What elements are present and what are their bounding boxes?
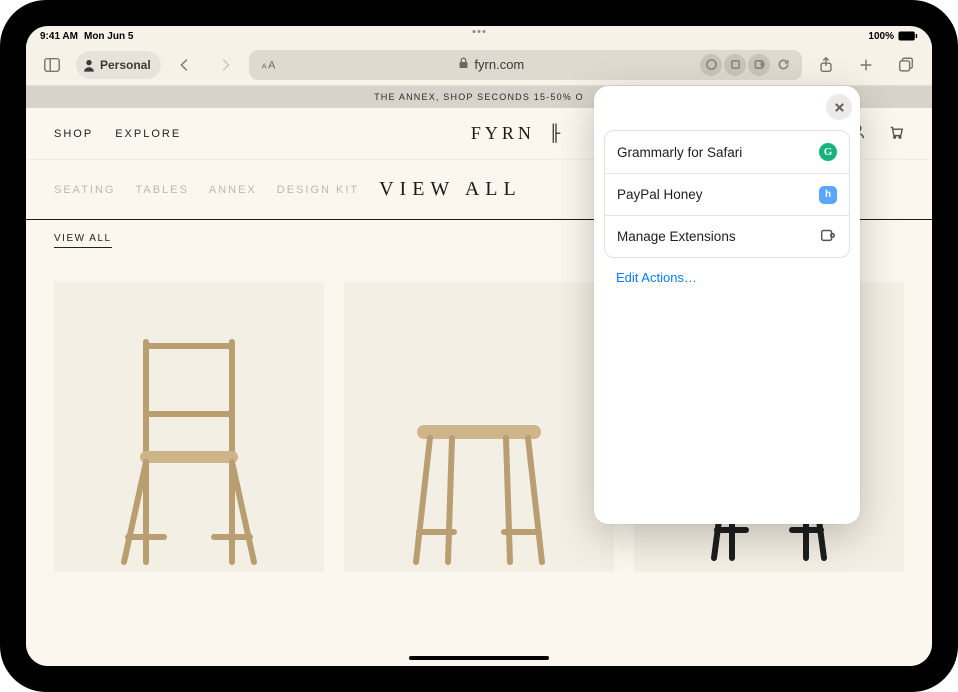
sidebar-toggle-button[interactable] bbox=[36, 49, 68, 81]
extensions-list: Grammarly for Safari G PayPal Honey h Ma… bbox=[604, 130, 850, 258]
profile-chip[interactable]: Personal bbox=[76, 51, 161, 79]
tabs-overview-button[interactable] bbox=[890, 49, 922, 81]
forward-button bbox=[209, 49, 241, 81]
brand-wordmark[interactable]: FYRN bbox=[471, 123, 535, 144]
category-active[interactable]: VIEW ALL bbox=[379, 178, 522, 201]
screen: 9:41 AM Mon Jun 5 100% bbox=[26, 26, 932, 666]
svg-text:A: A bbox=[262, 61, 267, 70]
category-seating[interactable]: SEATING bbox=[54, 184, 115, 196]
multitask-dots[interactable] bbox=[473, 30, 486, 33]
honey-badge-icon: h bbox=[819, 186, 837, 204]
extensions-popover: Grammarly for Safari G PayPal Honey h Ma… bbox=[594, 86, 860, 524]
svg-text:A: A bbox=[268, 59, 276, 71]
extension-honey-icon[interactable] bbox=[724, 54, 746, 76]
reload-button[interactable] bbox=[772, 54, 794, 76]
status-date: Mon Jun 5 bbox=[84, 31, 133, 42]
extensions-button[interactable] bbox=[748, 54, 770, 76]
nav-explore[interactable]: EXPLORE bbox=[115, 128, 181, 140]
profile-label: Personal bbox=[100, 58, 151, 72]
new-tab-button[interactable] bbox=[850, 49, 882, 81]
battery-icon bbox=[898, 31, 918, 41]
cart-icon[interactable] bbox=[888, 123, 904, 144]
category-tables[interactable]: TABLES bbox=[135, 184, 188, 196]
lock-icon bbox=[458, 57, 469, 72]
safari-toolbar: Personal AA fyrn.com bbox=[26, 44, 932, 86]
manage-extensions-label: Manage Extensions bbox=[617, 229, 736, 244]
share-button[interactable] bbox=[810, 49, 842, 81]
address-bar[interactable]: AA fyrn.com bbox=[249, 50, 802, 80]
nav-shop[interactable]: SHOP bbox=[54, 128, 93, 140]
extension-item-honey[interactable]: PayPal Honey h bbox=[605, 173, 849, 215]
url-display: fyrn.com bbox=[474, 57, 524, 72]
extension-item-label: Grammarly for Safari bbox=[617, 145, 742, 160]
home-indicator[interactable] bbox=[409, 656, 549, 660]
status-time: 9:41 AM bbox=[40, 31, 78, 42]
sub-filter-view-all[interactable]: VIEW ALL bbox=[54, 233, 112, 248]
extension-item-label: PayPal Honey bbox=[617, 187, 703, 202]
extension-item-grammarly[interactable]: Grammarly for Safari G bbox=[605, 131, 849, 173]
status-bar: 9:41 AM Mon Jun 5 100% bbox=[26, 26, 932, 44]
battery-percent: 100% bbox=[868, 31, 894, 42]
back-button[interactable] bbox=[169, 49, 201, 81]
puzzle-piece-icon bbox=[819, 226, 837, 247]
category-design-kit[interactable]: DESIGN KIT bbox=[277, 184, 359, 196]
reader-text-size-button[interactable]: AA bbox=[255, 53, 283, 77]
popover-close-button[interactable] bbox=[826, 94, 852, 120]
manage-extensions-item[interactable]: Manage Extensions bbox=[605, 215, 849, 257]
extension-grammarly-icon[interactable] bbox=[700, 54, 722, 76]
edit-actions-link[interactable]: Edit Actions… bbox=[616, 270, 850, 285]
promo-text: THE ANNEX, SHOP SECONDS 15-50% O bbox=[374, 92, 584, 102]
brand-mark-icon: ╟ bbox=[549, 125, 560, 143]
product-card[interactable] bbox=[54, 282, 324, 572]
grammarly-badge-icon: G bbox=[819, 143, 837, 161]
ipad-frame: 9:41 AM Mon Jun 5 100% bbox=[0, 0, 958, 692]
category-annex[interactable]: ANNEX bbox=[209, 184, 257, 196]
product-card[interactable] bbox=[344, 282, 614, 572]
